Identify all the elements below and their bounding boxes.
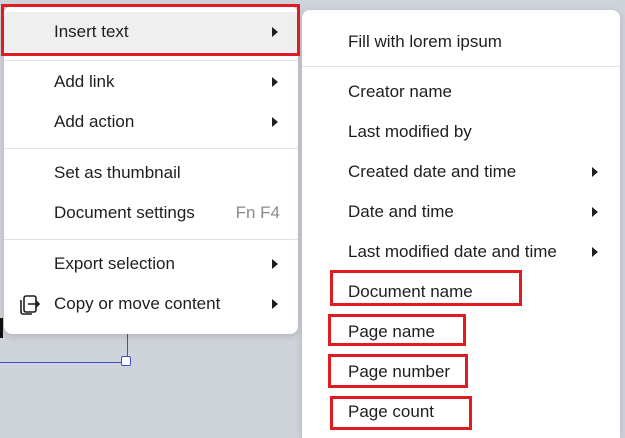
menu-item-label: Add action bbox=[54, 112, 135, 131]
submenu-item-page-count[interactable]: Page count bbox=[302, 392, 620, 432]
chevron-right-icon bbox=[592, 167, 598, 177]
menu-item-label: Page count bbox=[348, 402, 435, 421]
chevron-right-icon bbox=[272, 77, 278, 87]
menu-divider bbox=[4, 148, 298, 149]
menu-item-label: Last modified date and time bbox=[348, 242, 557, 261]
menu-item-add-action[interactable]: Add action bbox=[4, 102, 298, 142]
submenu-item-page-number[interactable]: Page number bbox=[302, 352, 620, 392]
insert-text-submenu: Fill with lorem ipsum Creator name Last … bbox=[302, 10, 620, 438]
menu-item-label: Export selection bbox=[54, 254, 175, 273]
submenu-item-page-name[interactable]: Page name bbox=[302, 312, 620, 352]
chevron-right-icon bbox=[272, 27, 278, 37]
copy-move-icon bbox=[20, 295, 41, 315]
menu-item-label: Created date and time bbox=[348, 162, 517, 181]
submenu-item-fill-lorem[interactable]: Fill with lorem ipsum bbox=[302, 22, 620, 62]
canvas-object-edge bbox=[0, 318, 3, 338]
submenu-item-last-modified-date-time[interactable]: Last modified date and time bbox=[302, 232, 620, 272]
menu-item-insert-text[interactable]: Insert text bbox=[4, 12, 298, 52]
chevron-right-icon bbox=[272, 259, 278, 269]
chevron-right-icon bbox=[272, 117, 278, 127]
menu-item-label: Page name bbox=[348, 322, 435, 341]
menu-item-add-link[interactable]: Add link bbox=[4, 62, 298, 102]
chevron-right-icon bbox=[592, 207, 598, 217]
chevron-right-icon bbox=[272, 299, 278, 309]
menu-item-label: Add link bbox=[54, 72, 115, 91]
selection-edge-horizontal bbox=[0, 362, 128, 363]
menu-divider bbox=[4, 239, 298, 240]
submenu-item-last-modified-by[interactable]: Last modified by bbox=[302, 112, 620, 152]
menu-divider bbox=[4, 60, 298, 61]
menu-item-label: Last modified by bbox=[348, 122, 472, 141]
submenu-item-creator-name[interactable]: Creator name bbox=[302, 72, 620, 112]
menu-item-label: Insert text bbox=[54, 22, 129, 41]
menu-item-label: Page number bbox=[348, 362, 451, 381]
menu-item-label: Set as thumbnail bbox=[54, 163, 181, 182]
menu-item-export-selection[interactable]: Export selection bbox=[4, 244, 298, 284]
submenu-item-created-date-time[interactable]: Created date and time bbox=[302, 152, 620, 192]
menu-item-set-thumbnail[interactable]: Set as thumbnail bbox=[4, 153, 298, 193]
menu-item-label: Date and time bbox=[348, 202, 454, 221]
menu-item-copy-or-move[interactable]: Copy or move content bbox=[4, 284, 298, 324]
menu-item-document-settings[interactable]: Document settings Fn F4 bbox=[4, 193, 298, 233]
selection-resize-handle[interactable] bbox=[121, 356, 131, 366]
menu-item-label: Fill with lorem ipsum bbox=[348, 32, 502, 51]
menu-divider bbox=[302, 66, 620, 67]
menu-item-label: Creator name bbox=[348, 82, 452, 101]
submenu-item-date-time[interactable]: Date and time bbox=[302, 192, 620, 232]
menu-item-label: Document settings bbox=[54, 203, 195, 222]
context-menu: Insert text Add link Add action Set as t… bbox=[4, 6, 298, 334]
keyboard-shortcut: Fn F4 bbox=[235, 203, 280, 222]
menu-item-label: Document name bbox=[348, 282, 473, 301]
chevron-right-icon bbox=[592, 247, 598, 257]
submenu-item-document-name[interactable]: Document name bbox=[302, 272, 620, 312]
menu-item-label: Copy or move content bbox=[54, 294, 221, 313]
